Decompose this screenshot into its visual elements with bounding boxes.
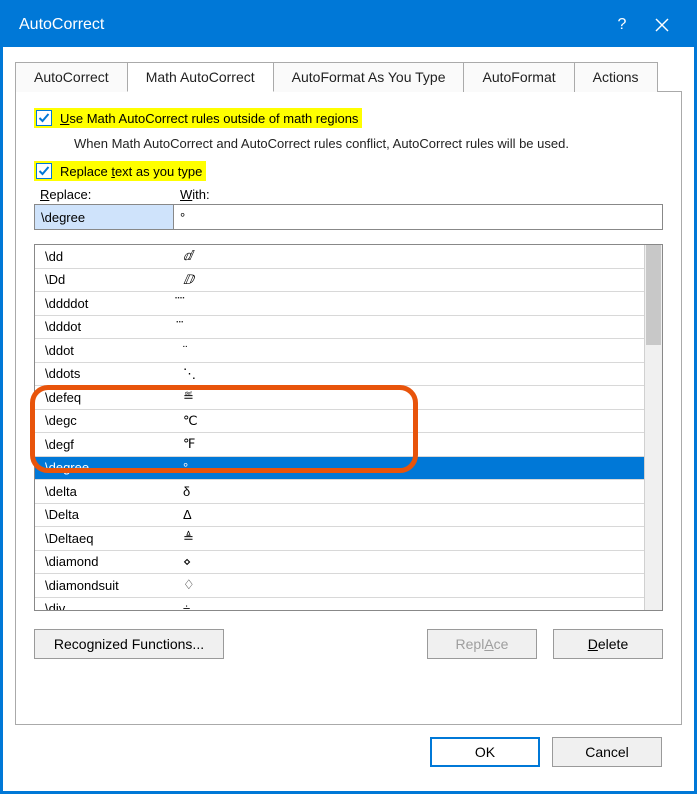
table-row[interactable]: \ddⅆ <box>35 245 644 269</box>
cell-with: ⋄ <box>175 554 644 570</box>
cell-with: ¨ <box>175 343 644 358</box>
scrollbar-vertical[interactable] <box>644 245 662 610</box>
table-row[interactable]: \diamond⋄ <box>35 551 644 575</box>
cell-replace: \dd <box>35 249 175 264</box>
cell-with: ⋱ <box>175 366 644 382</box>
cancel-button[interactable]: Cancel <box>552 737 662 767</box>
autocorrect-table[interactable]: \ddⅆ\Ddⅅ\ddddot⃜\dddot⃛\ddot¨\ddots⋱\def… <box>35 245 644 610</box>
dialog-body: AutoCorrect Math AutoCorrect AutoFormat … <box>3 47 694 791</box>
delete-button[interactable]: Delete <box>553 629 663 659</box>
label-replace: Replace: <box>40 187 180 202</box>
cell-replace: \Dd <box>35 272 175 287</box>
cell-with: δ <box>175 484 644 499</box>
cell-replace: \ddddot <box>35 296 175 311</box>
table-row[interactable]: \defeq≝ <box>35 386 644 410</box>
scrollbar-thumb[interactable] <box>646 245 661 345</box>
cell-replace: \dddot <box>35 319 175 334</box>
cell-replace: \Delta <box>35 507 175 522</box>
cell-with: ℉ <box>175 436 644 452</box>
tab-math-autocorrect[interactable]: Math AutoCorrect <box>127 62 274 92</box>
cell-replace: \Deltaeq <box>35 531 175 546</box>
table-row[interactable]: \Deltaeq≜ <box>35 527 644 551</box>
table-row[interactable]: \deltaδ <box>35 480 644 504</box>
cell-replace: \ddots <box>35 366 175 381</box>
dialog-footer: OK Cancel <box>15 725 682 781</box>
cell-with: ⃛ <box>175 319 644 335</box>
replace-with-header: Replace: With: <box>40 187 663 202</box>
table-row[interactable]: \dddot⃛ <box>35 316 644 340</box>
cell-replace: \degc <box>35 413 175 428</box>
cell-with: ⅆ <box>175 248 644 264</box>
table-row[interactable]: \div÷ <box>35 598 644 611</box>
inputs-row <box>34 204 663 230</box>
label-with: With: <box>180 187 663 202</box>
table-row[interactable]: \ddots⋱ <box>35 363 644 387</box>
table-row[interactable]: \degf℉ <box>35 433 644 457</box>
table-container: \ddⅆ\Ddⅅ\ddddot⃜\dddot⃛\ddot¨\ddots⋱\def… <box>34 244 663 611</box>
table-row[interactable]: \degree° <box>35 457 644 481</box>
tab-autocorrect[interactable]: AutoCorrect <box>15 62 128 92</box>
table-row[interactable]: \DeltaΔ <box>35 504 644 528</box>
tabstrip: AutoCorrect Math AutoCorrect AutoFormat … <box>15 61 682 92</box>
table-row[interactable]: \Ddⅅ <box>35 269 644 293</box>
cell-replace: \diamondsuit <box>35 578 175 593</box>
tab-actions[interactable]: Actions <box>574 62 658 92</box>
hint-conflict-rules: When Math AutoCorrect and AutoCorrect ru… <box>74 136 663 151</box>
close-button[interactable] <box>642 18 682 32</box>
help-button[interactable]: ? <box>602 16 642 34</box>
replace-input[interactable] <box>34 204 174 230</box>
table-row[interactable]: \diamondsuit♢ <box>35 574 644 598</box>
tab-autoformat-as-you-type[interactable]: AutoFormat As You Type <box>273 62 465 92</box>
ok-button[interactable]: OK <box>430 737 540 767</box>
title-bar: AutoCorrect ? <box>3 3 694 47</box>
table-row[interactable]: \degc℃ <box>35 410 644 434</box>
cell-replace: \degree <box>35 460 175 475</box>
tab-panel: Use Math AutoCorrect rules outside of ma… <box>15 92 682 725</box>
cell-replace: \defeq <box>35 390 175 405</box>
cell-with: ≜ <box>175 530 644 546</box>
cell-with: ≝ <box>175 389 644 405</box>
cell-with: ♢ <box>175 577 644 593</box>
cell-with: ⃜ <box>175 295 644 311</box>
tab-autoformat[interactable]: AutoFormat <box>463 62 574 92</box>
cell-with: ℃ <box>175 413 644 429</box>
checkbox-replace-as-you-type[interactable] <box>36 163 52 179</box>
cell-with: Δ <box>175 507 644 522</box>
with-input[interactable] <box>173 204 663 230</box>
table-row[interactable]: \ddddot⃜ <box>35 292 644 316</box>
checkbox-use-outside-math-label[interactable]: Use Math AutoCorrect rules outside of ma… <box>60 111 358 126</box>
cell-replace: \div <box>35 601 175 610</box>
cell-replace: \ddot <box>35 343 175 358</box>
cell-with: ° <box>175 460 644 475</box>
checkbox-replace-as-you-type-label[interactable]: Replace text as you type <box>60 164 202 179</box>
recognized-functions-button[interactable]: Recognized Functions... <box>34 629 224 659</box>
cell-replace: \delta <box>35 484 175 499</box>
checkbox-use-outside-math[interactable] <box>36 110 52 126</box>
cell-with: ÷ <box>175 601 644 610</box>
window-title: AutoCorrect <box>19 16 602 34</box>
replace-button[interactable]: ReplAce <box>427 629 537 659</box>
cell-replace: \diamond <box>35 554 175 569</box>
cell-with: ⅅ <box>175 272 644 288</box>
cell-replace: \degf <box>35 437 175 452</box>
table-row[interactable]: \ddot¨ <box>35 339 644 363</box>
